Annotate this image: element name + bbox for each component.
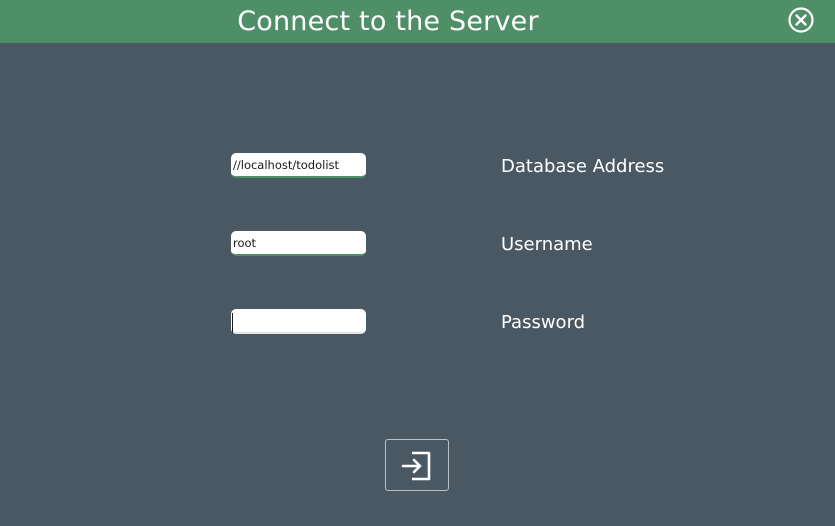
username-input[interactable] (231, 231, 366, 256)
title-bar: Connect to the Server (0, 0, 835, 43)
connect-button[interactable] (385, 439, 449, 491)
password-label: Password (501, 312, 586, 333)
close-circle-icon (788, 7, 814, 33)
close-button[interactable] (787, 6, 815, 34)
database-address-input[interactable] (231, 153, 366, 178)
database-address-label: Database Address (501, 156, 665, 177)
username-label: Username (501, 234, 593, 255)
password-input[interactable] (231, 309, 366, 334)
login-enter-icon (401, 451, 431, 481)
window-title: Connect to the Server (237, 6, 539, 37)
text-caret (232, 313, 233, 333)
